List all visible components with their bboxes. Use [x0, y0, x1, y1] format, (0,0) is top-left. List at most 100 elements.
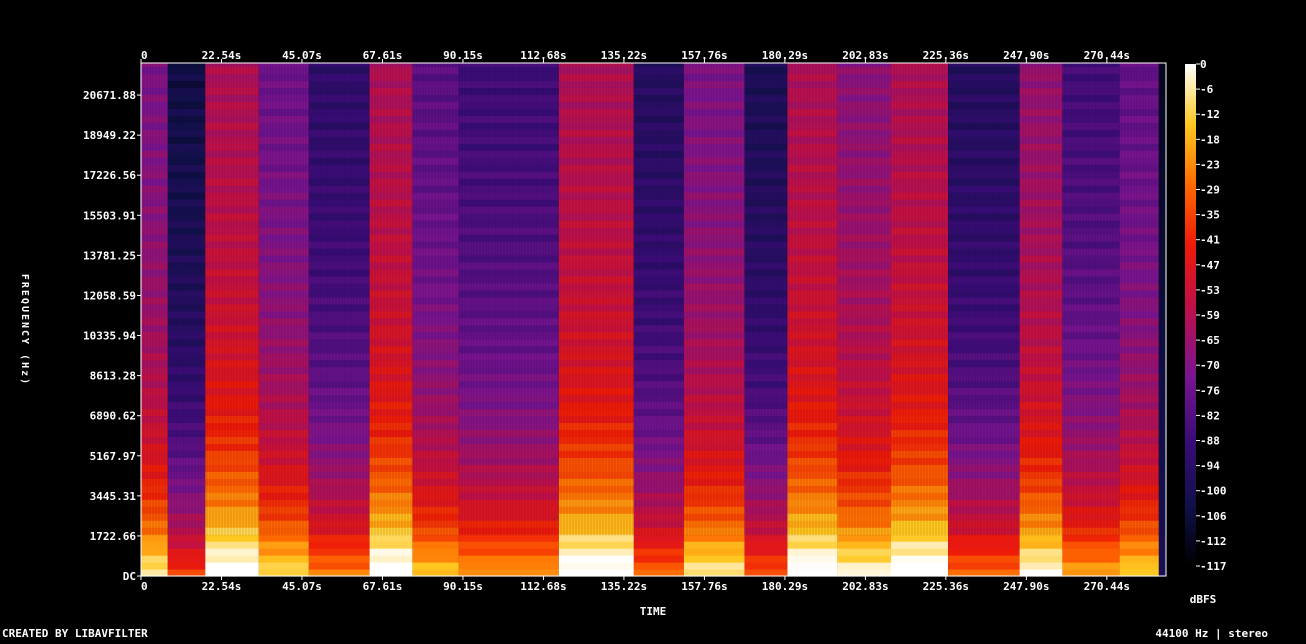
spectrogram-bin [633, 213, 684, 221]
spectrogram-bin [412, 150, 459, 158]
spectrogram-bin [1158, 247, 1166, 256]
spectrogram-segment [1158, 63, 1166, 577]
spectrogram-bin [1158, 499, 1166, 507]
spectrogram-bin [1158, 234, 1166, 242]
spectrogram-bin [1158, 185, 1166, 193]
spectrogram-bin [258, 324, 309, 333]
spectrogram-bin [258, 247, 309, 256]
spectrogram-bin [141, 63, 168, 68]
spectrogram-bin [258, 422, 309, 431]
spectrogram-bin [167, 247, 206, 256]
spectrogram-bin [744, 492, 788, 500]
spectrogram-bin [1158, 178, 1166, 186]
y-tick-label: 3445.31 [90, 490, 137, 503]
spectrogram-bin [141, 303, 168, 312]
spectrogram-bin [369, 352, 413, 361]
spectrogram-bin [744, 562, 788, 570]
colorbar-tick-label: -53 [1200, 284, 1220, 297]
x-tick-label-bottom: 157.76s [681, 580, 727, 593]
spectrogram-bin [141, 66, 168, 75]
spectrogram-bin [412, 261, 459, 270]
spectrogram-bin [837, 569, 891, 577]
spectrogram-segment [412, 63, 459, 577]
spectrogram-bin [1158, 296, 1166, 305]
spectrogram-bin [1158, 63, 1166, 68]
spectrogram-bin [141, 541, 168, 549]
spectrogram-bin [787, 548, 838, 556]
spectrogram-bin [167, 359, 206, 368]
colorbar-tick-label: -6 [1200, 83, 1214, 96]
spectrogram-bin [258, 408, 309, 417]
spectrogram-bin [633, 548, 684, 556]
spectrogram-bin [683, 569, 745, 577]
colorbar-tick-label: -94 [1200, 460, 1220, 473]
spectrogram-bin [369, 73, 413, 82]
spectrogram-bin [258, 108, 309, 116]
x-tick-label-bottom: 45.07s [282, 580, 322, 593]
spectrogram-bin [683, 562, 745, 570]
spectrogram-bin [141, 548, 168, 556]
spectrogram-bin [837, 548, 891, 556]
spectrogram-bin [744, 157, 788, 165]
spectrogram-bin [837, 562, 891, 570]
spectrogram-bin [412, 499, 459, 507]
spectrogram-bin [744, 352, 788, 361]
spectrogram-bin [1119, 562, 1159, 570]
spectrogram-bin [167, 206, 206, 214]
spectrogram-bin [258, 338, 309, 347]
spectrogram-bin [258, 227, 309, 235]
spectrogram-bin [167, 548, 206, 556]
spectrogram-bin [744, 457, 788, 465]
spectrogram-bin [458, 569, 559, 577]
spectrogram-bin [1062, 562, 1120, 570]
spectrogram-bin [141, 506, 168, 514]
spectrogram-bin [1158, 548, 1166, 556]
spectrogram-bin [1158, 492, 1166, 500]
spectrogram-bin [141, 73, 168, 82]
spectrogram-bin [141, 143, 168, 151]
spectrogram-bin [167, 492, 206, 500]
spectrogram-bin [412, 296, 459, 305]
spectrogram-bin [369, 247, 413, 256]
spectrogram-bin [744, 282, 788, 291]
spectrogram-bin [141, 450, 168, 458]
colorbar-tick-label: -100 [1200, 485, 1227, 498]
spectrogram-bin [1062, 541, 1120, 549]
spectrogram-bin [1158, 506, 1166, 514]
spectrogram-bin [258, 282, 309, 291]
spectrogram-bin [369, 359, 413, 368]
spectrogram-bin [167, 464, 206, 472]
spectrogram-bin [744, 66, 788, 75]
spectrogram-bin [633, 185, 684, 193]
spectrogram-bin [141, 324, 168, 333]
spectrogram-bin [633, 66, 684, 75]
spectrogram-bin [141, 310, 168, 319]
x-tick-label-top: 225.36s [923, 49, 969, 62]
spectrogram-bin [1158, 324, 1166, 333]
spectrogram-bin [167, 513, 206, 521]
y-tick-label: 13781.25 [83, 249, 136, 262]
spectrogram-bin [744, 359, 788, 368]
spectrogram-bin [258, 359, 309, 368]
spectrogram-bin [1158, 94, 1166, 102]
spectrogram-bin [167, 499, 206, 507]
spectrogram-bin [369, 178, 413, 186]
spectrogram-bin [258, 185, 309, 193]
spectrogram-bin [141, 157, 168, 165]
x-tick-label-top: 90.15s [443, 49, 483, 62]
spectrogram-bin [412, 324, 459, 333]
spectrogram-bin [167, 380, 206, 389]
spectrogram-bin [258, 541, 309, 549]
spectrogram-bin [412, 513, 459, 521]
spectrogram-bin [412, 366, 459, 375]
spectrogram-bin [258, 101, 309, 109]
spectrogram-bin [167, 289, 206, 298]
spectrogram-bin [258, 513, 309, 521]
spectrogram-bin [891, 569, 949, 577]
spectrogram-bin [1158, 101, 1166, 109]
spectrogram-bin [412, 548, 459, 556]
x-tick-label-top: 112.68s [520, 49, 566, 62]
spectrogram-bin [633, 192, 684, 200]
spectrogram-bin [1158, 261, 1166, 270]
spectrogram-bin [167, 317, 206, 326]
